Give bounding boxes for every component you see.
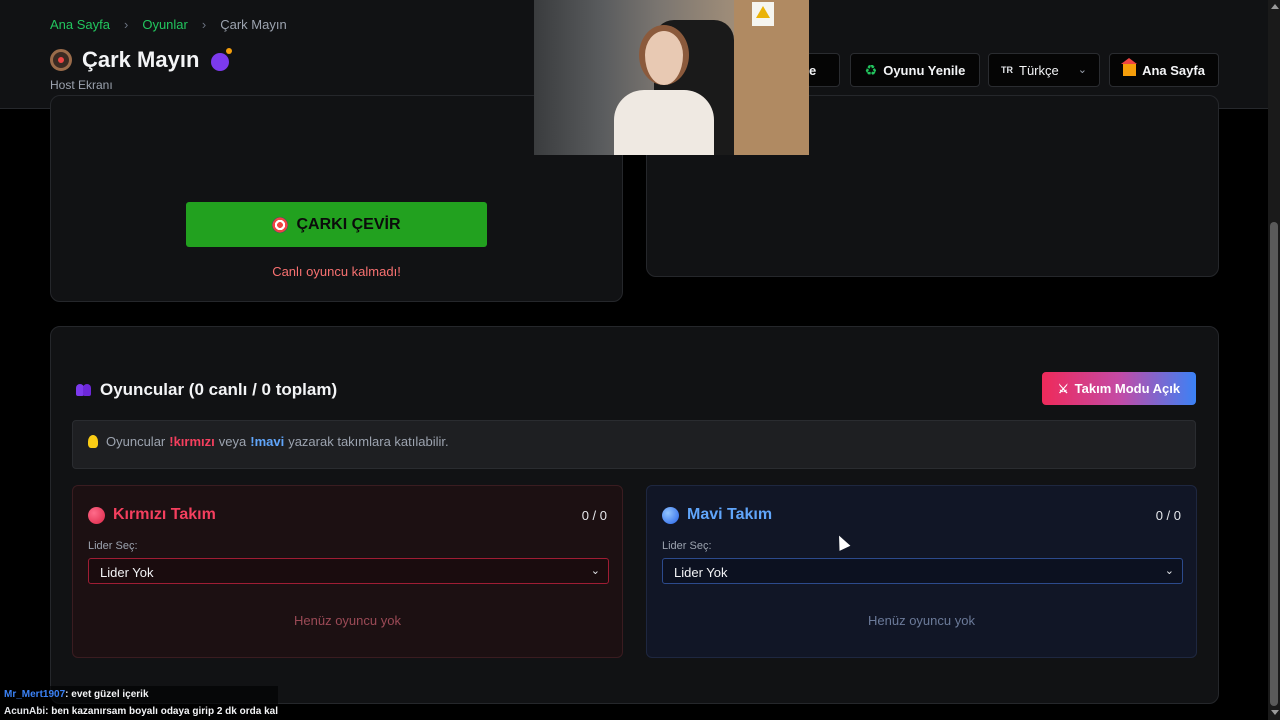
spin-wheel-button[interactable]: ÇARKI ÇEVİR xyxy=(186,202,487,247)
scroll-down-arrow[interactable] xyxy=(1271,710,1279,715)
bomb-icon xyxy=(211,48,233,71)
breadcrumb-separator: › xyxy=(124,17,129,32)
language-select[interactable]: TR Türkçe ⌄ xyxy=(988,53,1100,87)
breadcrumb-separator: › xyxy=(201,17,207,32)
join-info-box: Oyuncular !kırmızı veya !mavi yazarak ta… xyxy=(72,420,1196,469)
red-team-dot-icon xyxy=(88,506,105,524)
info-blue-command: !mavi xyxy=(250,434,285,449)
refresh-game-label: Oyunu Yenile xyxy=(883,62,966,78)
wheel-icon xyxy=(50,49,72,71)
webcam-person xyxy=(614,25,714,155)
red-team-empty: Henüz oyuncu yok xyxy=(294,613,401,628)
players-heading: Oyuncular (0 canlı / 0 toplam) xyxy=(76,380,337,400)
warning-sign xyxy=(752,2,774,26)
chat-message: AcunAbi: ben kazanırsam boyalı odaya gir… xyxy=(0,703,278,720)
blue-leader-select[interactable]: Lider Yok ⌄ xyxy=(662,558,1183,584)
language-selected: Türkçe xyxy=(1019,62,1059,78)
blue-team-count: 0 / 0 xyxy=(1155,508,1181,523)
chat-text: : ben kazanırsam boyalı odaya girip 2 dk… xyxy=(45,706,278,717)
chat-username: AcunAbi xyxy=(4,706,46,717)
page-title-row: Çark Mayın xyxy=(50,47,233,73)
blue-leader-value: Lider Yok xyxy=(674,565,728,580)
team-mode-label: Takım Modu Açık xyxy=(1074,381,1181,396)
wheel-status-message: Canlı oyuncu kalmadı! xyxy=(272,264,401,279)
breadcrumb-current: Çark Mayın xyxy=(220,17,287,32)
red-leader-label: Lider Seç: xyxy=(88,540,138,552)
chat-text: : evet güzel içerik xyxy=(65,689,149,700)
recycle-icon: ♻ xyxy=(864,61,878,78)
target-icon xyxy=(272,216,289,233)
breadcrumb: Ana Sayfa › Oyunlar › Çark Mayın xyxy=(50,17,287,32)
red-leader-select[interactable]: Lider Yok ⌄ xyxy=(88,558,609,584)
blue-team-empty: Henüz oyuncu yok xyxy=(868,613,975,628)
people-icon xyxy=(76,384,92,396)
bulb-icon xyxy=(88,435,98,448)
page-title: Çark Mayın xyxy=(82,47,200,72)
home-button[interactable]: Ana Sayfa xyxy=(1109,53,1219,87)
info-red-command: !kırmızı xyxy=(169,434,215,449)
chat-message: Mr_Mert1907: evet güzel içerik xyxy=(0,686,278,703)
webcam-person-body xyxy=(614,90,714,155)
blue-team-card: Mavi Takım 0 / 0 Lider Seç: Lider Yok ⌄ … xyxy=(646,485,1197,658)
webcam-person-head xyxy=(639,25,689,85)
info-text-before: Oyuncular xyxy=(106,434,166,449)
red-team-count: 0 / 0 xyxy=(581,508,607,523)
refresh-game-button[interactable]: ♻ Oyunu Yenile xyxy=(850,53,980,87)
swords-icon: ⚔ xyxy=(1057,381,1069,396)
blue-team-heading: Mavi Takım xyxy=(662,506,772,524)
red-team-heading: Kırmızı Takım xyxy=(88,506,216,524)
home-button-label: Ana Sayfa xyxy=(1142,62,1205,78)
blue-team-dot-icon xyxy=(662,506,679,524)
language-flag: TR xyxy=(1001,65,1013,75)
house-icon xyxy=(1121,58,1138,76)
chevron-down-icon: ⌄ xyxy=(1077,64,1087,76)
chat-username: Mr_Mert1907 xyxy=(4,689,66,700)
players-title: Oyuncular (0 canlı / 0 toplam) xyxy=(100,380,338,399)
blue-leader-label: Lider Seç: xyxy=(662,540,712,552)
blue-team-name: Mavi Takım xyxy=(687,506,773,523)
scrollbar-thumb[interactable] xyxy=(1270,222,1278,706)
chat-overlay: Mr_Mert1907: evet güzel içerik AcunAbi: … xyxy=(0,686,278,720)
team-mode-button[interactable]: ⚔ Takım Modu Açık xyxy=(1042,372,1196,405)
page-subtitle: Host Ekranı xyxy=(50,78,113,92)
red-leader-value: Lider Yok xyxy=(100,565,154,580)
chevron-down-icon: ⌄ xyxy=(1164,565,1174,577)
spin-wheel-label: ÇARKI ÇEVİR xyxy=(296,215,401,233)
webcam-overlay xyxy=(534,0,809,155)
info-text-middle: veya xyxy=(218,434,247,449)
red-team-name: Kırmızı Takım xyxy=(113,506,216,523)
red-team-card: Kırmızı Takım 0 / 0 Lider Seç: Lider Yok… xyxy=(72,485,623,658)
breadcrumb-games-link[interactable]: Oyunlar xyxy=(142,17,188,32)
info-text-after: yazarak takımlara katılabilir. xyxy=(288,434,449,449)
chevron-down-icon: ⌄ xyxy=(590,565,600,577)
breadcrumb-home-link[interactable]: Ana Sayfa xyxy=(50,17,110,32)
scroll-up-arrow[interactable] xyxy=(1271,4,1279,9)
